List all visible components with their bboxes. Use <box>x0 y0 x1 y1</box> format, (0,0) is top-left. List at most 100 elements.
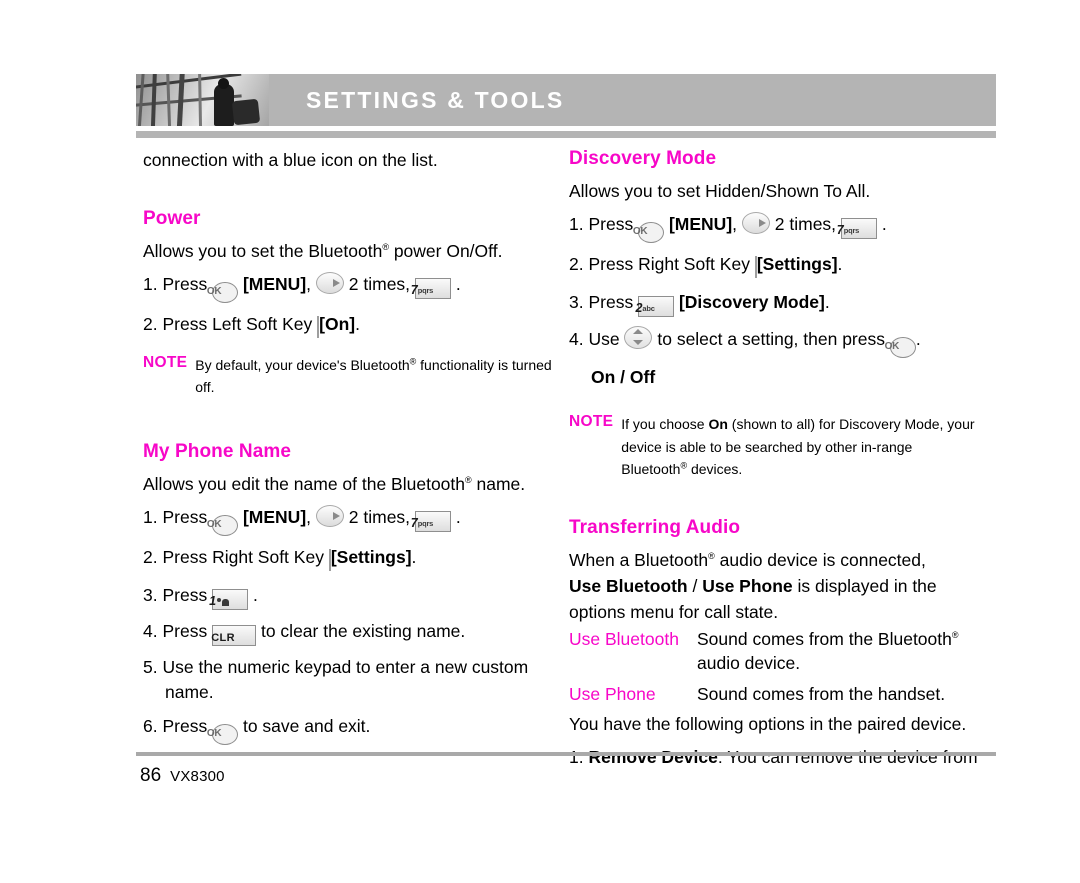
power-step-1: 1. Press OK [MENU], 2 times, 7pqrs . <box>143 272 555 304</box>
my-phone-name-step-4: 4. Press CLR to clear the existing name. <box>143 619 555 646</box>
device-model-label: VX8300 <box>170 768 225 785</box>
key-7-pqrs-icon: 7pqrs <box>411 511 451 533</box>
key-digit: 7 <box>410 516 418 531</box>
discovery-bracket-label: [Discovery Mode] <box>678 291 825 312</box>
note-text-post: devices. <box>687 461 743 478</box>
save-rest-label: to save and exit. <box>242 716 371 737</box>
page-header: SETTINGS & TOOLS <box>136 74 996 126</box>
use-label: Use <box>588 328 620 349</box>
clear-rest-label: to clear the existing name. <box>260 620 466 641</box>
period: . <box>837 254 843 275</box>
key-sublabel: pqrs <box>417 519 434 529</box>
use-phone-bold: Use Phone <box>702 576 793 597</box>
key-digit: CLR <box>211 631 235 644</box>
discovery-note: NOTE If you choose On (shown to all) for… <box>569 413 981 481</box>
clr-key-icon: CLR <box>211 624 257 646</box>
ok-key-icon: OK <box>885 336 916 358</box>
discovery-options-label: On / Off <box>591 366 656 387</box>
step-number: 6. <box>143 716 158 737</box>
carryover-paragraph: connection with a blue icon on the list. <box>143 150 438 170</box>
step-number: 2. <box>569 254 584 275</box>
step-number: 5. <box>143 656 158 677</box>
key-sublabel: pqrs <box>843 226 860 236</box>
definition-term: Use Phone <box>569 683 656 704</box>
remove-device-rest: : You can remove the device from <box>717 746 978 767</box>
voicemail-dot-icon <box>217 597 222 602</box>
ok-key-icon: OK <box>207 515 239 537</box>
intro-a: When a Bluetooth <box>569 549 709 570</box>
registered-mark-icon: ® <box>465 475 472 486</box>
intro-b: audio device is connected, <box>714 549 926 570</box>
key-2-abc-icon: 2abc <box>635 295 675 317</box>
transferring-intro-line-2: Use Bluetooth / Use Phone is displayed i… <box>569 574 981 598</box>
intro-c: is displayed in the <box>792 576 937 597</box>
remove-device-bold: Remove Device <box>588 746 718 767</box>
definition-description: Sound comes from the Bluetooth® <box>697 628 981 651</box>
menu-bracket-label: [MENU] <box>668 214 733 235</box>
my-phone-name-step-6: 6. Press OK to save and exit. <box>143 714 555 746</box>
press-label: Press <box>162 507 208 528</box>
transferring-outro: You have the following options in the pa… <box>569 713 967 734</box>
right-soft-key-label: Press Right Soft Key <box>588 254 750 275</box>
footer-divider <box>136 752 996 756</box>
right-arrow-key-icon <box>315 272 344 295</box>
my-phone-name-step-1: 1. Press OK [MENU], 2 times, 7pqrs . <box>143 505 555 537</box>
key-sublabel: pqrs <box>417 286 434 296</box>
press-label: Press <box>588 291 634 312</box>
step-number: 1. <box>569 746 584 767</box>
my-phone-name-step-3: 3. Press 1 . <box>143 583 555 610</box>
press-label: Press <box>162 716 208 737</box>
ok-key-icon: OK <box>207 282 239 304</box>
my-phone-name-intro: Allows you edit the name of the Bluetoot… <box>143 472 555 496</box>
step-number: 2. <box>143 547 158 568</box>
comma: , <box>306 274 312 295</box>
page-title: SETTINGS & TOOLS <box>306 86 565 113</box>
section-title-discovery-mode: Discovery Mode <box>569 148 717 169</box>
step-number: 3. <box>143 584 158 605</box>
note-label: NOTE <box>569 412 614 430</box>
key-7-pqrs-icon: 7pqrs <box>411 278 451 300</box>
intro-b: name. <box>471 474 526 494</box>
step-number: 4. <box>143 620 158 641</box>
manual-page: SETTINGS & TOOLS connection with a blue … <box>0 0 1080 883</box>
step-number: 1. <box>143 507 158 528</box>
step-number: 4. <box>569 328 584 349</box>
power-intro-b: power On/Off. <box>388 241 503 262</box>
keypad-step-label: Use the numeric keypad to enter a new cu… <box>162 656 529 702</box>
section-title-transferring-audio: Transferring Audio <box>569 516 741 538</box>
step-number: 1. <box>569 214 584 235</box>
discovery-intro: Allows you to set Hidden/Shown To All. <box>569 181 871 201</box>
period: . <box>915 328 921 349</box>
use-bluetooth-bold: Use Bluetooth <box>569 576 688 597</box>
press-label: Press <box>162 274 208 295</box>
settings-bracket-label: [Settings] <box>330 547 412 568</box>
note-text-pre: If you choose <box>621 415 709 432</box>
section-title-power: Power <box>143 208 201 230</box>
page-footer: 86 VX8300 <box>140 765 225 787</box>
discovery-step-4: 4. Use to select a setting, then press O… <box>569 325 981 358</box>
period: . <box>881 214 887 235</box>
period: . <box>455 274 461 295</box>
voicemail-person-icon <box>222 598 230 606</box>
power-intro-a: Allows you to set the Bluetooth <box>143 241 383 262</box>
registered-mark-icon: ® <box>382 242 389 253</box>
definition-description: Sound comes from the handset. <box>697 683 946 704</box>
note-text: If you choose On (shown to all) for Disc… <box>621 413 981 481</box>
transferring-intro-line-3: options menu for call state. <box>569 602 779 623</box>
header-divider <box>136 131 996 138</box>
key-7-pqrs-icon: 7pqrs <box>837 218 877 240</box>
registered-mark-icon: ® <box>708 551 715 562</box>
header-title-bar: SETTINGS & TOOLS <box>269 74 996 126</box>
discovery-step-1: 1. Press OK [MENU], 2 times, 7pqrs . <box>569 212 981 244</box>
step-number: 2. <box>143 314 158 335</box>
right-soft-key-icon <box>328 549 331 572</box>
comma: , <box>306 507 312 528</box>
right-arrow-key-icon <box>741 212 770 235</box>
press-label: Press <box>162 584 208 605</box>
slash: / <box>687 576 703 597</box>
right-soft-key-label: Press Right Soft Key <box>162 547 324 568</box>
key-digit: 7 <box>836 223 844 238</box>
two-times-label: 2 times, <box>348 274 411 295</box>
definition-row-use-phone: Use Phone Sound comes from the handset. <box>569 683 981 706</box>
menu-bracket-label: [MENU] <box>242 507 307 528</box>
